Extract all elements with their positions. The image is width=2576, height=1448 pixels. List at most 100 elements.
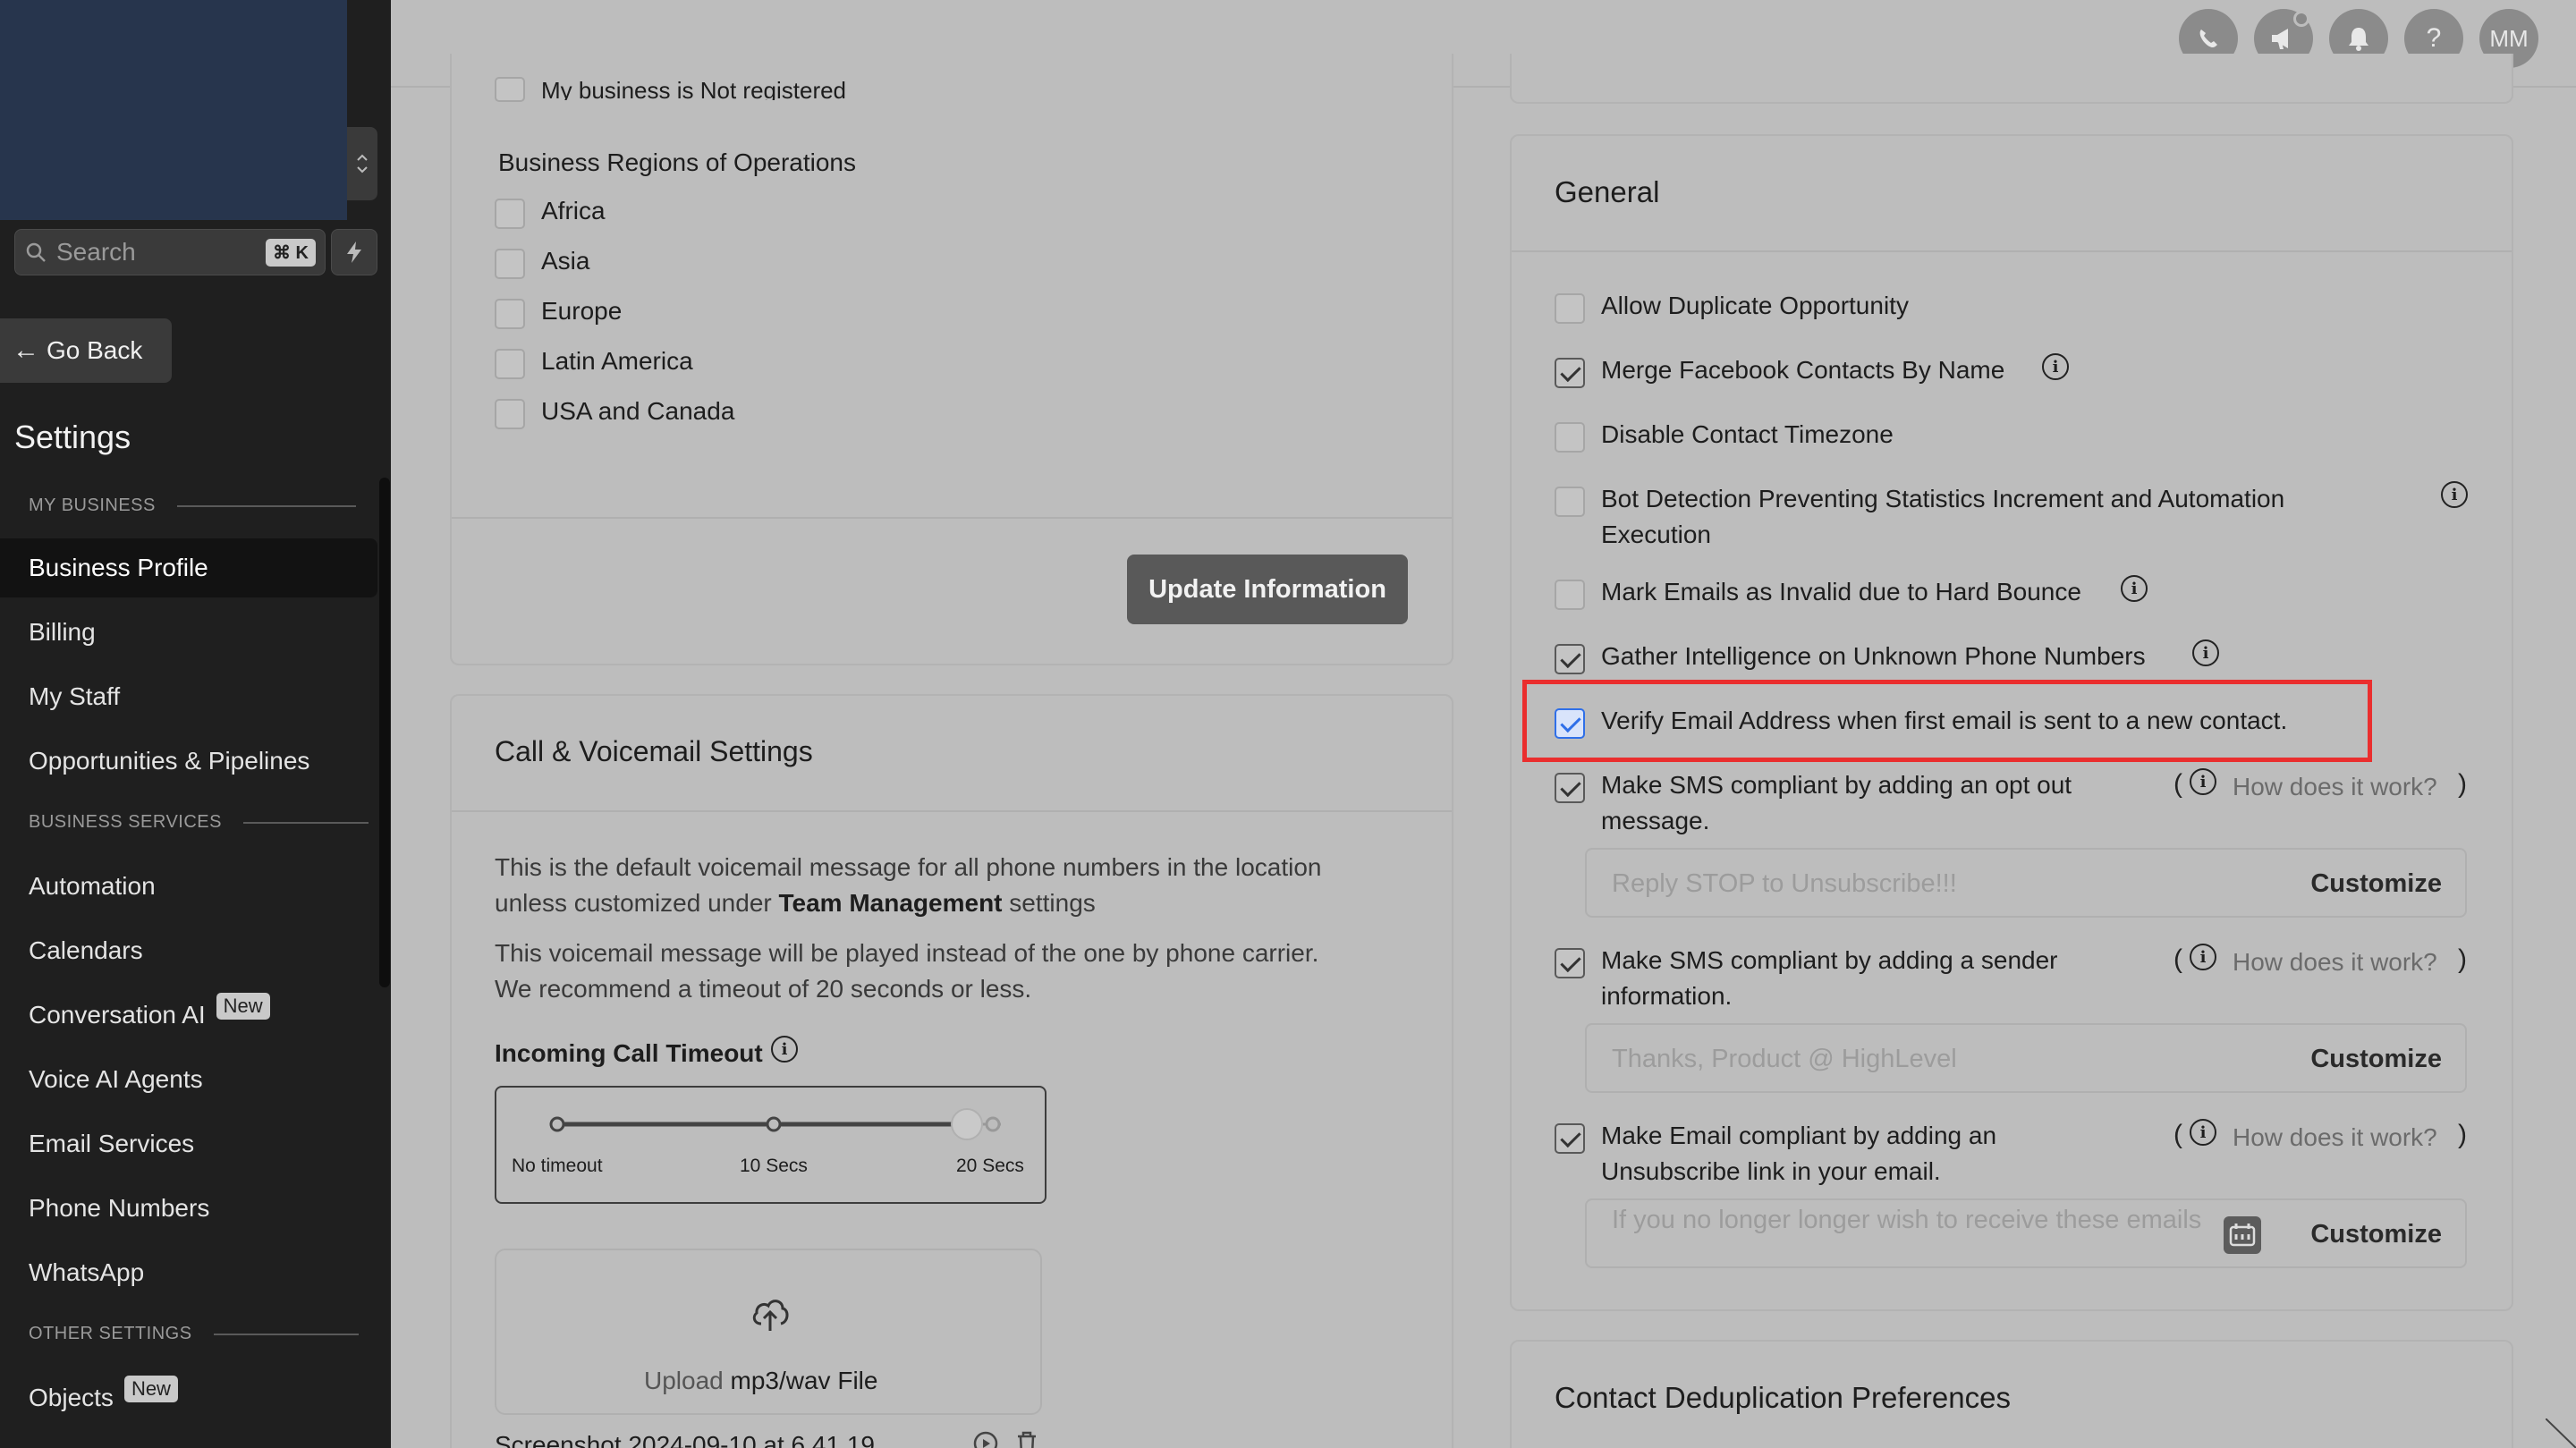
general-title: General xyxy=(1555,175,1660,208)
paren-close: ) xyxy=(2458,1120,2467,1149)
checkbox-allow-duplicate-opportunity[interactable] xyxy=(1555,293,1585,324)
info-icon[interactable]: i xyxy=(2190,944,2216,970)
paren-close: ) xyxy=(2458,769,2467,799)
info-icon[interactable]: i xyxy=(2190,768,2216,795)
previous-card-bottom xyxy=(1510,54,2513,104)
upload-dropzone[interactable]: Upload mp3/wav File xyxy=(495,1249,1042,1415)
search-shortcut-badge: ⌘ K xyxy=(266,238,316,267)
checkbox-europe[interactable] xyxy=(495,299,525,329)
search-placeholder: Search xyxy=(56,238,136,266)
mark-emails-invalid-label: Mark Emails as Invalid due to Hard Bounc… xyxy=(1601,578,2081,605)
customize-button[interactable]: Customize xyxy=(2310,1045,2442,1074)
desc-text: unless customized under xyxy=(495,889,779,917)
checkbox-not-registered[interactable] xyxy=(495,77,525,102)
merge-facebook-contacts-label: Merge Facebook Contacts By Name xyxy=(1601,356,2005,384)
account-logo[interactable] xyxy=(0,0,347,220)
regions-title: Business Regions of Operations xyxy=(498,148,856,176)
info-icon[interactable]: i xyxy=(2192,639,2219,666)
sidebar-item-phone-numbers[interactable]: Phone Numbers xyxy=(0,1179,377,1238)
sidebar-item-label: Billing xyxy=(29,618,96,646)
play-icon[interactable] xyxy=(973,1431,998,1448)
sidebar-item-my-staff[interactable]: My Staff xyxy=(0,667,377,726)
sidebar-item-conversation-ai[interactable]: Conversation AI New xyxy=(0,986,377,1045)
checkbox-merge-facebook-contacts[interactable] xyxy=(1555,358,1585,388)
go-back-button[interactable]: ← Go Back xyxy=(0,318,172,383)
checkbox-usa-canada[interactable] xyxy=(495,399,525,429)
sms-sender-label-line2: information. xyxy=(1601,982,1733,1010)
contact-deduplication-title: Contact Deduplication Preferences xyxy=(1555,1381,2011,1414)
sidebar-item-email-services[interactable]: Email Services xyxy=(0,1114,377,1173)
sms-sender-info-field[interactable]: Thanks, Product @ HighLevel Customize xyxy=(1585,1023,2467,1093)
checkbox-asia[interactable] xyxy=(495,249,525,279)
sms-opt-out-label-line2: message. xyxy=(1601,807,1710,834)
go-back-label: Go Back xyxy=(47,336,143,364)
info-icon[interactable]: i xyxy=(2441,481,2468,508)
sidebar-item-label: Opportunities & Pipelines xyxy=(29,747,310,775)
checkbox-sms-opt-out[interactable] xyxy=(1555,773,1585,803)
upload-label: Upload mp3/wav File xyxy=(644,1367,877,1395)
help-glyph: ? xyxy=(2426,23,2442,53)
trash-icon[interactable] xyxy=(1015,1431,1038,1448)
account-switcher-chevron-icon[interactable] xyxy=(347,127,377,200)
search-icon xyxy=(26,242,46,262)
checkbox-latin-america[interactable] xyxy=(495,349,525,379)
info-icon[interactable]: i xyxy=(2042,353,2069,380)
sms-opt-out-label-line1: Make SMS compliant by adding an opt out xyxy=(1601,771,2072,799)
desc-text: settings xyxy=(1002,889,1096,917)
region-label-latin-america: Latin America xyxy=(541,347,693,375)
customize-button[interactable]: Customize xyxy=(2310,869,2442,899)
upload-file-types: mp3/wav File xyxy=(730,1367,878,1394)
quick-action-bolt-icon[interactable] xyxy=(331,229,377,275)
disable-contact-timezone-label: Disable Contact Timezone xyxy=(1601,420,1894,448)
sidebar-item-label: Email Services xyxy=(29,1130,195,1157)
sidebar-item-voice-ai-agents[interactable]: Voice AI Agents xyxy=(0,1050,377,1109)
checkbox-africa[interactable] xyxy=(495,199,525,229)
checkbox-sms-sender-info[interactable] xyxy=(1555,948,1585,978)
sidebar-item-opportunities[interactable]: Opportunities & Pipelines xyxy=(0,732,377,791)
incoming-call-timeout-slider: No timeout 10 Secs 20 Secs xyxy=(495,1086,1046,1204)
uploaded-file-name: Screenshot 2024-09-10 at 6.41.19 xyxy=(495,1431,875,1448)
paren-open: ( xyxy=(2174,769,2182,799)
checkbox-gather-intelligence[interactable] xyxy=(1555,644,1585,674)
sidebar-item-whatsapp[interactable]: WhatsApp xyxy=(0,1243,377,1302)
checkbox-bot-detection[interactable] xyxy=(1555,487,1585,517)
slider-label-20-secs: 20 Secs xyxy=(956,1156,1024,1176)
region-label-asia: Asia xyxy=(541,247,590,275)
search-input[interactable]: Search ⌘ K xyxy=(14,229,326,275)
info-icon[interactable]: i xyxy=(2121,575,2148,602)
info-icon[interactable]: i xyxy=(771,1036,798,1063)
sidebar-item-label: Automation xyxy=(29,872,156,900)
section-label-text: MY BUSINESS xyxy=(29,495,156,515)
checkbox-mark-emails-invalid[interactable] xyxy=(1555,580,1585,610)
bot-detection-label-line2: Execution xyxy=(1601,521,1711,548)
how-does-it-work-link[interactable]: How does it work? xyxy=(2233,773,2437,801)
settings-title: Settings xyxy=(14,419,131,455)
update-information-button[interactable]: Update Information xyxy=(1127,555,1408,624)
sidebar-item-business-profile[interactable]: Business Profile xyxy=(0,538,377,597)
sidebar-item-calendars[interactable]: Calendars xyxy=(0,921,377,980)
sidebar-item-label: My Staff xyxy=(29,682,121,710)
card-divider xyxy=(1512,250,2512,252)
checkbox-email-unsubscribe[interactable] xyxy=(1555,1123,1585,1154)
sidebar-scrollbar[interactable] xyxy=(379,478,390,987)
cloud-upload-icon xyxy=(752,1300,789,1331)
sidebar-item-label: Conversation AI xyxy=(29,1001,206,1029)
voicemail-desc2-line1: This voicemail message will be played in… xyxy=(495,939,1319,967)
paren-open: ( xyxy=(2174,944,2182,974)
slider-track[interactable] xyxy=(496,1088,1048,1206)
template-tag-icon[interactable] xyxy=(2224,1216,2261,1254)
sms-opt-out-message-field[interactable]: Reply STOP to Unsubscribe!!! Customize xyxy=(1585,848,2467,918)
team-management-text: Team Management xyxy=(778,889,1003,917)
customize-button[interactable]: Customize xyxy=(2310,1220,2442,1249)
sidebar-item-objects[interactable]: Objects New xyxy=(0,1368,377,1427)
email-unsubscribe-field[interactable]: If you no longer longer wish to receive … xyxy=(1585,1198,2467,1268)
checkbox-disable-contact-timezone[interactable] xyxy=(1555,422,1585,453)
sidebar-item-label: Business Profile xyxy=(29,554,208,581)
how-does-it-work-link[interactable]: How does it work? xyxy=(2233,1123,2437,1152)
region-label-usa-canada: USA and Canada xyxy=(541,397,735,425)
info-icon[interactable]: i xyxy=(2190,1119,2216,1146)
sidebar-item-billing[interactable]: Billing xyxy=(0,603,377,662)
how-does-it-work-link[interactable]: How does it work? xyxy=(2233,948,2437,977)
sidebar-item-label: Phone Numbers xyxy=(29,1194,210,1222)
sidebar-item-automation[interactable]: Automation xyxy=(0,857,377,916)
